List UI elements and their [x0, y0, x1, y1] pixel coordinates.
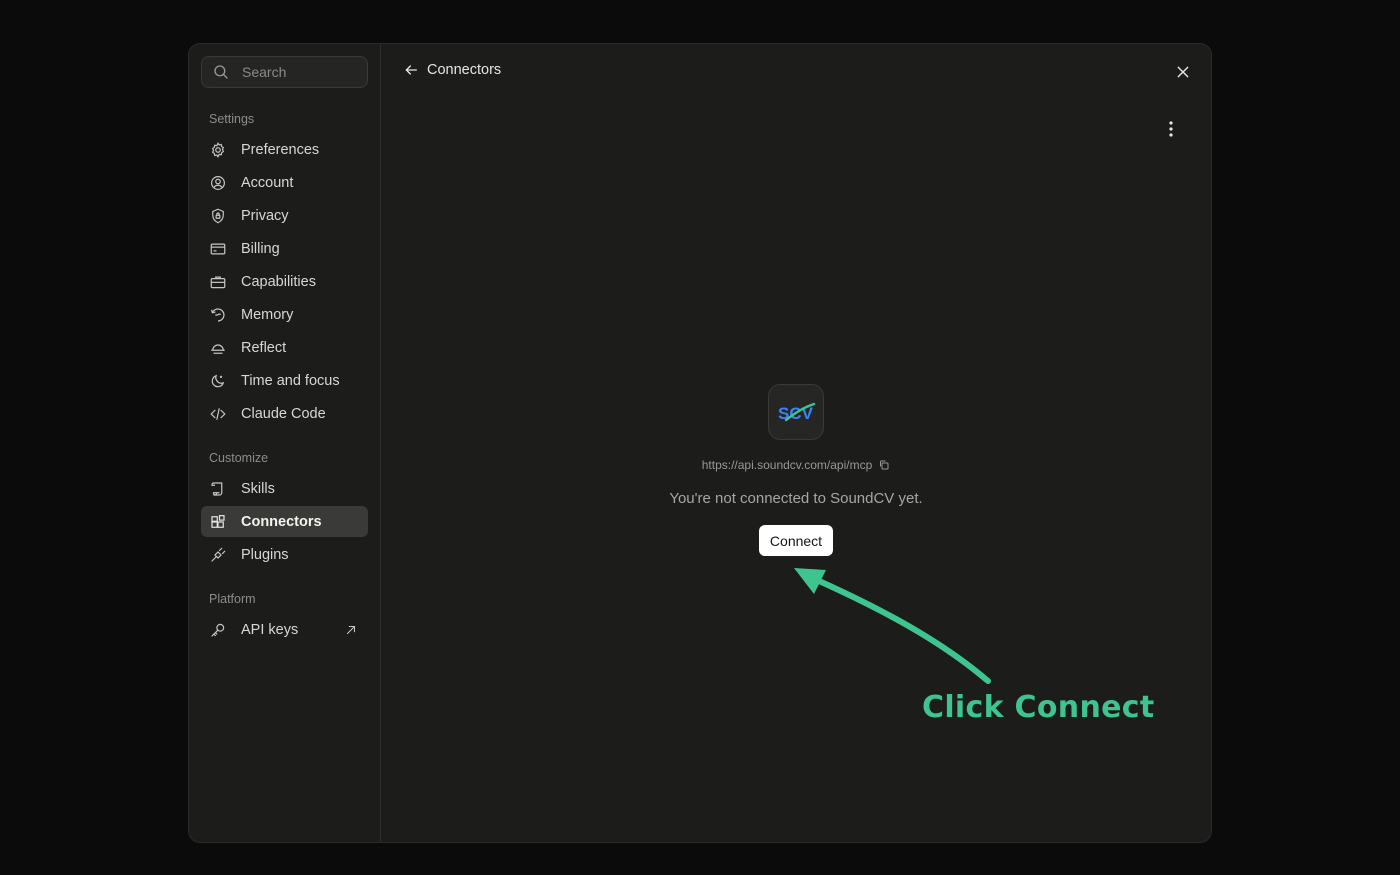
annotation-label: Click Connect [922, 690, 1155, 725]
customize-nav: Skills Connectors Plugins [201, 473, 368, 570]
search-icon [214, 65, 228, 79]
sidebar-item-label: Capabilities [241, 273, 316, 290]
sidebar-item-reflect[interactable]: Reflect [201, 332, 368, 363]
briefcase-icon [210, 276, 226, 288]
connection-status-message: You're not connected to SoundCV yet. [669, 490, 923, 507]
sidebar-item-label: Memory [241, 306, 294, 323]
sidebar-item-account[interactable]: Account [201, 167, 368, 198]
sidebar-item-label: Reflect [241, 339, 287, 356]
sidebar-item-label: Connectors [241, 513, 322, 530]
sidebar-item-time-and-focus[interactable]: Time and focus [201, 365, 368, 396]
user-circle-icon [211, 175, 225, 190]
external-link-icon [346, 625, 356, 634]
moon-icon [211, 374, 225, 387]
sidebar-item-connectors[interactable]: Connectors [201, 506, 368, 537]
arrow-left-icon [405, 65, 417, 75]
sidebar-item-memory[interactable]: Memory [201, 299, 368, 330]
connector-empty-state: SCV https://api.soundcv.com/api/mcp You'… [381, 384, 1211, 556]
sidebar-item-label: Account [241, 174, 294, 191]
sidebar-item-label: Plugins [241, 546, 289, 563]
connector-url: https://api.soundcv.com/api/mcp [701, 458, 873, 472]
sidebar-item-privacy[interactable]: Privacy [201, 200, 368, 231]
back-to-connectors[interactable]: Connectors [403, 62, 501, 78]
memory-icon [211, 307, 225, 322]
sidebar-item-claude-code[interactable]: Claude Code [201, 398, 368, 429]
sidebar-item-plugins[interactable]: Plugins [201, 539, 368, 570]
sidebar-item-preferences[interactable]: Preferences [201, 134, 368, 165]
sidebar-item-label: Time and focus [241, 372, 340, 389]
sidebar-item-label: Preferences [241, 141, 320, 158]
plug-icon [211, 547, 226, 562]
soundcv-logo-icon: SCV [778, 402, 816, 423]
search-box[interactable] [201, 56, 368, 88]
search-input[interactable] [242, 64, 352, 80]
platform-nav: API keys [201, 614, 368, 645]
settings-sidebar: Settings Preferences Account Privacy Bil… [189, 44, 381, 842]
sidebar-item-label: Claude Code [241, 405, 326, 422]
sidebar-item-label: Skills [241, 480, 275, 497]
section-label-customize: Customize [209, 451, 269, 465]
shield-lock-icon [212, 208, 224, 223]
sidebar-item-label: Privacy [241, 207, 289, 224]
key-icon [211, 623, 225, 637]
copy-icon[interactable] [878, 459, 890, 471]
sidebar-item-label: Billing [241, 240, 280, 257]
sidebar-item-label: API keys [241, 621, 299, 638]
more-options-icon[interactable] [1167, 120, 1175, 138]
code-icon [210, 407, 226, 420]
section-label-platform: Platform [209, 592, 256, 606]
page-title: Connectors [427, 62, 502, 78]
close-icon[interactable] [1175, 64, 1191, 80]
connect-button[interactable]: Connect [758, 525, 834, 556]
settings-nav: Preferences Account Privacy Billing Capa… [201, 134, 368, 429]
sidebar-item-capabilities[interactable]: Capabilities [201, 266, 368, 297]
sidebar-item-skills[interactable]: Skills [201, 473, 368, 504]
sidebar-item-billing[interactable]: Billing [201, 233, 368, 264]
gear-icon [211, 141, 225, 158]
connectors-grid-icon [211, 514, 225, 528]
reflect-icon [211, 343, 225, 354]
section-label-settings: Settings [209, 112, 255, 126]
credit-card-icon [210, 243, 226, 254]
connector-url-row: https://api.soundcv.com/api/mcp [702, 458, 891, 472]
sidebar-item-api-keys[interactable]: API keys [201, 614, 368, 645]
scroll-icon [211, 481, 223, 496]
connector-logo: SCV [768, 384, 824, 440]
